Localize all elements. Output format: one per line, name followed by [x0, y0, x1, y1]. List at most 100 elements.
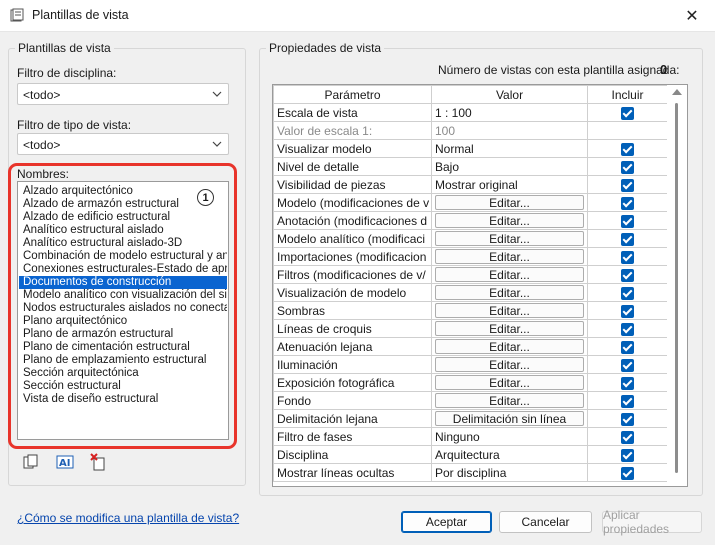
list-item[interactable]: Documentos de construcción	[19, 276, 227, 289]
edit-button[interactable]: Editar...	[435, 375, 584, 390]
value-cell[interactable]: Arquitectura	[431, 445, 588, 464]
list-item[interactable]: Modelo analítico con visualización del s…	[19, 289, 227, 302]
include-cell	[587, 319, 668, 338]
edit-button[interactable]: Editar...	[435, 249, 584, 264]
table-row: Visualizar modelo Normal	[273, 139, 668, 158]
cancel-button[interactable]: Cancelar	[499, 511, 592, 533]
delete-template-icon[interactable]	[90, 453, 108, 471]
list-item[interactable]: Plano de emplazamiento estructural	[19, 354, 227, 367]
include-checkbox[interactable]	[621, 214, 634, 228]
include-checkbox[interactable]	[621, 412, 634, 426]
include-checkbox[interactable]	[621, 286, 634, 300]
list-item[interactable]: Plano de cimentación estructural	[19, 341, 227, 354]
table-row: Filtro de fases Ninguno	[273, 427, 668, 446]
include-checkbox[interactable]	[621, 304, 634, 318]
list-item[interactable]: Sección estructural	[19, 380, 227, 393]
duplicate-icon[interactable]	[22, 453, 40, 471]
include-checkbox[interactable]	[621, 160, 634, 174]
value-cell[interactable]: 1 : 100	[431, 103, 588, 122]
table-row: Mostrar líneas ocultas Por disciplina	[273, 463, 668, 482]
template-names-list[interactable]: Alzado arquitectónico Alzado de armazón e…	[17, 181, 229, 440]
value-cell[interactable]: Normal	[431, 139, 588, 158]
value-cell: Editar...	[431, 247, 588, 266]
include-checkbox[interactable]	[621, 466, 634, 480]
edit-button[interactable]: Editar...	[435, 339, 584, 354]
table-row: Atenuación lejana Editar...	[273, 337, 668, 356]
include-cell	[587, 409, 668, 428]
parameter-cell: Modelo (modificaciones de v	[273, 193, 432, 212]
view-type-filter-select[interactable]: <todo>	[17, 133, 229, 155]
edit-button[interactable]: Editar...	[435, 357, 584, 372]
include-checkbox[interactable]	[621, 232, 634, 246]
list-item[interactable]: Analítico estructural aislado-3D	[19, 237, 227, 250]
table-row: Modelo analítico (modificaci Editar...	[273, 229, 668, 248]
value-cell[interactable]: Bajo	[431, 157, 588, 176]
edit-button[interactable]: Delimitación sin línea	[435, 411, 584, 426]
edit-button[interactable]: Editar...	[435, 213, 584, 228]
include-checkbox[interactable]	[621, 142, 634, 156]
include-cell	[587, 265, 668, 284]
close-icon: ✕	[685, 8, 699, 25]
include-cell	[587, 211, 668, 230]
parameter-cell: Nivel de detalle	[273, 157, 432, 176]
discipline-filter-value: <todo>	[23, 88, 61, 102]
list-item[interactable]: Analítico estructural aislado	[19, 224, 227, 237]
list-item[interactable]: Conexiones estructurales-Estado de aprob	[19, 263, 227, 276]
parameter-cell: Sombras	[273, 301, 432, 320]
view-type-filter-value: <todo>	[23, 138, 61, 152]
svg-text:AI: AI	[59, 458, 70, 469]
list-item[interactable]: Plano arquitectónico	[19, 315, 227, 328]
apply-properties-button[interactable]: Aplicar propiedades	[602, 508, 702, 536]
column-header-include: Incluir	[587, 85, 668, 104]
table-row: Líneas de croquis Editar...	[273, 319, 668, 338]
list-item[interactable]: Sección arquitectónica	[19, 367, 227, 380]
edit-button[interactable]: Editar...	[435, 303, 584, 318]
include-checkbox[interactable]	[621, 250, 634, 264]
list-item[interactable]: Vista de diseño estructural	[19, 393, 227, 406]
properties-scrollbar[interactable]	[667, 85, 687, 486]
edit-button[interactable]: Editar...	[435, 195, 584, 210]
include-checkbox[interactable]	[621, 178, 634, 192]
edit-button[interactable]: Editar...	[435, 267, 584, 282]
value-cell: Editar...	[431, 319, 588, 338]
list-item[interactable]: Nodos estructurales aislados no conectad…	[19, 302, 227, 315]
value-cell: 100	[431, 121, 588, 140]
include-checkbox[interactable]	[621, 448, 634, 462]
include-checkbox[interactable]	[621, 106, 634, 120]
edit-button[interactable]: Editar...	[435, 285, 584, 300]
help-link[interactable]: ¿Cómo se modifica una plantilla de vista…	[17, 511, 239, 525]
include-checkbox[interactable]	[621, 196, 634, 210]
list-item[interactable]: Alzado arquitectónico	[19, 185, 227, 198]
include-cell	[587, 193, 668, 212]
close-button[interactable]: ✕	[669, 0, 715, 32]
table-row: Anotación (modificaciones d Editar...	[273, 211, 668, 230]
value-cell: Editar...	[431, 193, 588, 212]
edit-button[interactable]: Editar...	[435, 321, 584, 336]
include-checkbox[interactable]	[621, 340, 634, 354]
edit-button[interactable]: Editar...	[435, 393, 584, 408]
include-checkbox[interactable]	[621, 394, 634, 408]
list-item[interactable]: Alzado de armazón estructural	[19, 198, 227, 211]
include-checkbox[interactable]	[621, 268, 634, 282]
list-item[interactable]: Combinación de modelo estructural y anal…	[19, 250, 227, 263]
chevron-down-icon	[212, 141, 222, 147]
include-checkbox[interactable]	[621, 430, 634, 444]
rename-icon[interactable]: AI	[56, 453, 74, 471]
parameter-cell: Visualización de modelo	[273, 283, 432, 302]
scrollbar-thumb[interactable]	[675, 103, 678, 473]
include-checkbox[interactable]	[621, 358, 634, 372]
value-cell[interactable]: Ninguno	[431, 427, 588, 446]
table-row: Fondo Editar...	[273, 391, 668, 410]
discipline-filter-select[interactable]: <todo>	[17, 83, 229, 105]
include-checkbox[interactable]	[621, 322, 634, 336]
accept-button[interactable]: Aceptar	[401, 511, 492, 533]
value-cell[interactable]: Por disciplina	[431, 463, 588, 482]
column-header-parameter: Parámetro	[273, 85, 432, 104]
scroll-up-icon[interactable]	[672, 89, 682, 95]
list-item[interactable]: Plano de armazón estructural	[19, 328, 227, 341]
include-cell	[587, 103, 668, 122]
edit-button[interactable]: Editar...	[435, 231, 584, 246]
list-item[interactable]: Alzado de edificio estructural	[19, 211, 227, 224]
include-checkbox[interactable]	[621, 376, 634, 390]
value-cell[interactable]: Mostrar original	[431, 175, 588, 194]
